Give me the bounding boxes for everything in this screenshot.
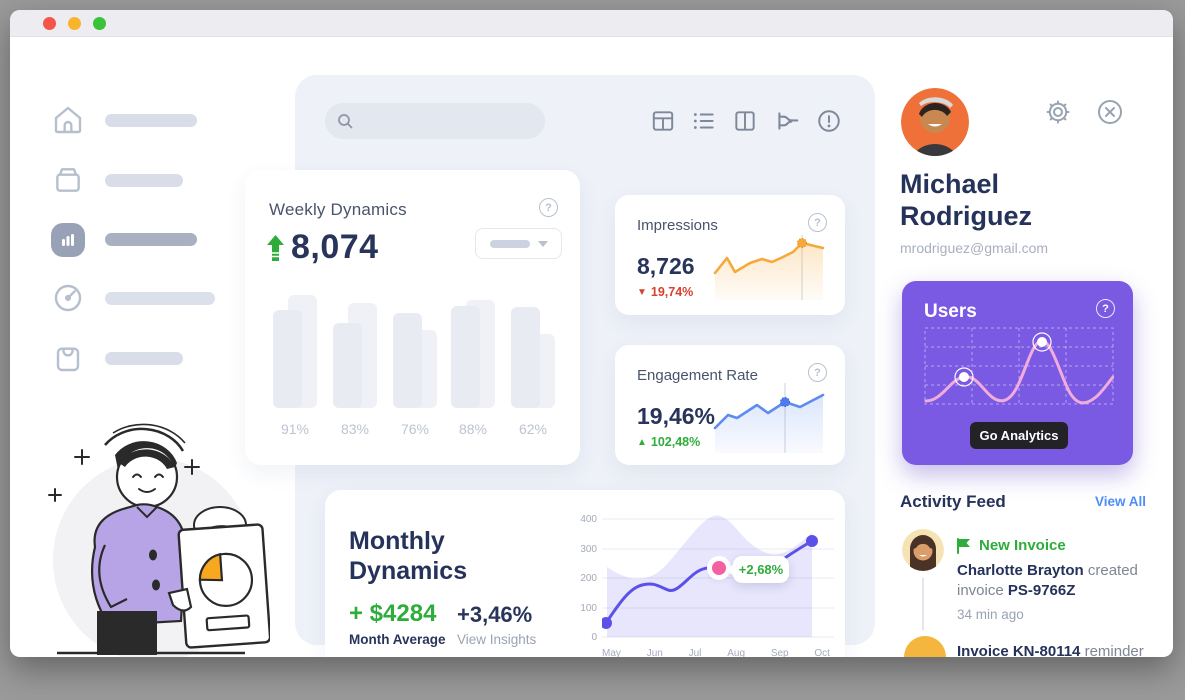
y-tick: 400	[571, 514, 597, 525]
archive-box-icon[interactable]	[52, 164, 84, 196]
y-tick: 0	[571, 632, 597, 643]
search-bar[interactable]	[325, 103, 545, 139]
profile-name: Michael Rodriguez	[900, 168, 1032, 232]
y-tick: 300	[571, 544, 597, 555]
month-average-label: Month Average	[349, 632, 446, 647]
bar-label: 88%	[451, 421, 495, 437]
weekly-dynamics-card: Weekly Dynamics ? 8,074 91% 83% 76% 88% …	[245, 170, 580, 465]
bar-label: 91%	[273, 421, 317, 437]
users-title: Users	[924, 301, 977, 323]
minimize-window-button[interactable]	[68, 17, 81, 30]
gauge-icon[interactable]	[52, 282, 84, 314]
bar-group	[273, 295, 317, 408]
activity-feed-title: Activity Feed	[900, 492, 1006, 512]
monthly-title: Monthly Dynamics	[349, 526, 467, 586]
month-average-value: + $4284	[349, 600, 436, 628]
bar-label: 76%	[393, 421, 437, 437]
user-avatar[interactable]	[901, 88, 969, 156]
close-window-button[interactable]	[43, 17, 56, 30]
activity-badge: New Invoice	[979, 537, 1066, 554]
window-titlebar	[10, 10, 1173, 37]
settings-gear-icon[interactable]	[1043, 97, 1073, 127]
bar-label: 83%	[333, 421, 377, 437]
sidebar-item-home[interactable]	[105, 114, 197, 127]
profile-email: mrodriguez@gmail.com	[900, 240, 1048, 256]
activity-timestamp: 34 min ago	[957, 607, 1024, 622]
home-icon[interactable]	[52, 104, 84, 136]
dropdown-placeholder-pill	[490, 240, 530, 248]
chart-tooltip: +2,68%	[733, 556, 789, 583]
y-tick: 100	[571, 603, 597, 614]
chevron-down-icon	[538, 241, 548, 247]
table-view-icon[interactable]	[650, 108, 676, 134]
bar-group	[451, 295, 495, 408]
search-icon	[337, 113, 354, 130]
y-tick: 200	[571, 573, 597, 584]
impressions-card: Impressions ? 8,726 ▼ 19,74%	[615, 195, 845, 315]
merge-flow-icon[interactable]	[774, 108, 800, 134]
app-window: Weekly Dynamics ? 8,074 91% 83% 76% 88% …	[10, 10, 1173, 657]
analyst-illustration	[35, 415, 270, 657]
close-panel-icon[interactable]	[1095, 97, 1125, 127]
sidebar-item-analytics[interactable]	[105, 233, 197, 246]
weekly-title: Weekly Dynamics	[269, 200, 407, 220]
activity-item-text-2: Invoice KN-80114 reminder	[957, 642, 1157, 657]
growth-arrow-icon	[267, 235, 284, 261]
activity-item-text: Charlotte Brayton created invoice PS-976…	[957, 561, 1152, 601]
x-axis-labels: MayJun JulAug SepOct	[602, 648, 830, 657]
go-analytics-button[interactable]: Go Analytics	[970, 422, 1068, 449]
sidebar-item-store[interactable]	[105, 352, 183, 365]
users-help-icon[interactable]: ?	[1096, 299, 1115, 318]
alert-circle-icon[interactable]	[816, 108, 842, 134]
sidebar-item-orders[interactable]	[105, 174, 183, 187]
flag-icon	[957, 538, 971, 554]
view-all-link[interactable]: View All	[1095, 494, 1146, 509]
analytics-icon[interactable]	[51, 223, 85, 257]
activity-avatar-2	[904, 636, 946, 657]
sidebar-item-performance[interactable]	[105, 292, 215, 305]
bar-label: 62%	[511, 421, 555, 437]
search-input[interactable]	[354, 114, 524, 129]
impressions-sparkline	[615, 195, 845, 315]
engagement-card: Engagement Rate ? 19,46% ▲ 102,48%	[615, 345, 845, 465]
bar-group	[333, 295, 377, 408]
bar-group	[393, 295, 437, 408]
chart-marker-dot	[712, 561, 726, 575]
list-view-icon[interactable]	[691, 108, 717, 134]
timeline-connector	[922, 578, 924, 630]
engagement-sparkline	[615, 345, 845, 465]
weekly-period-dropdown[interactable]	[475, 228, 562, 259]
bar-group	[511, 295, 555, 408]
insight-value: +3,46%	[457, 602, 532, 628]
weekly-help-icon[interactable]: ?	[539, 198, 558, 217]
view-insights-link[interactable]: View Insights	[457, 632, 536, 647]
users-card: Users ? Go Analytics	[902, 281, 1133, 465]
columns-view-icon[interactable]	[732, 108, 758, 134]
activity-avatar	[902, 529, 944, 571]
weekly-value: 8,074	[291, 228, 379, 267]
shopping-bag-icon[interactable]	[52, 342, 84, 374]
zoom-window-button[interactable]	[93, 17, 106, 30]
users-chart	[924, 327, 1114, 407]
monthly-dynamics-card: Monthly Dynamics + $4284 Month Average +…	[325, 490, 845, 657]
